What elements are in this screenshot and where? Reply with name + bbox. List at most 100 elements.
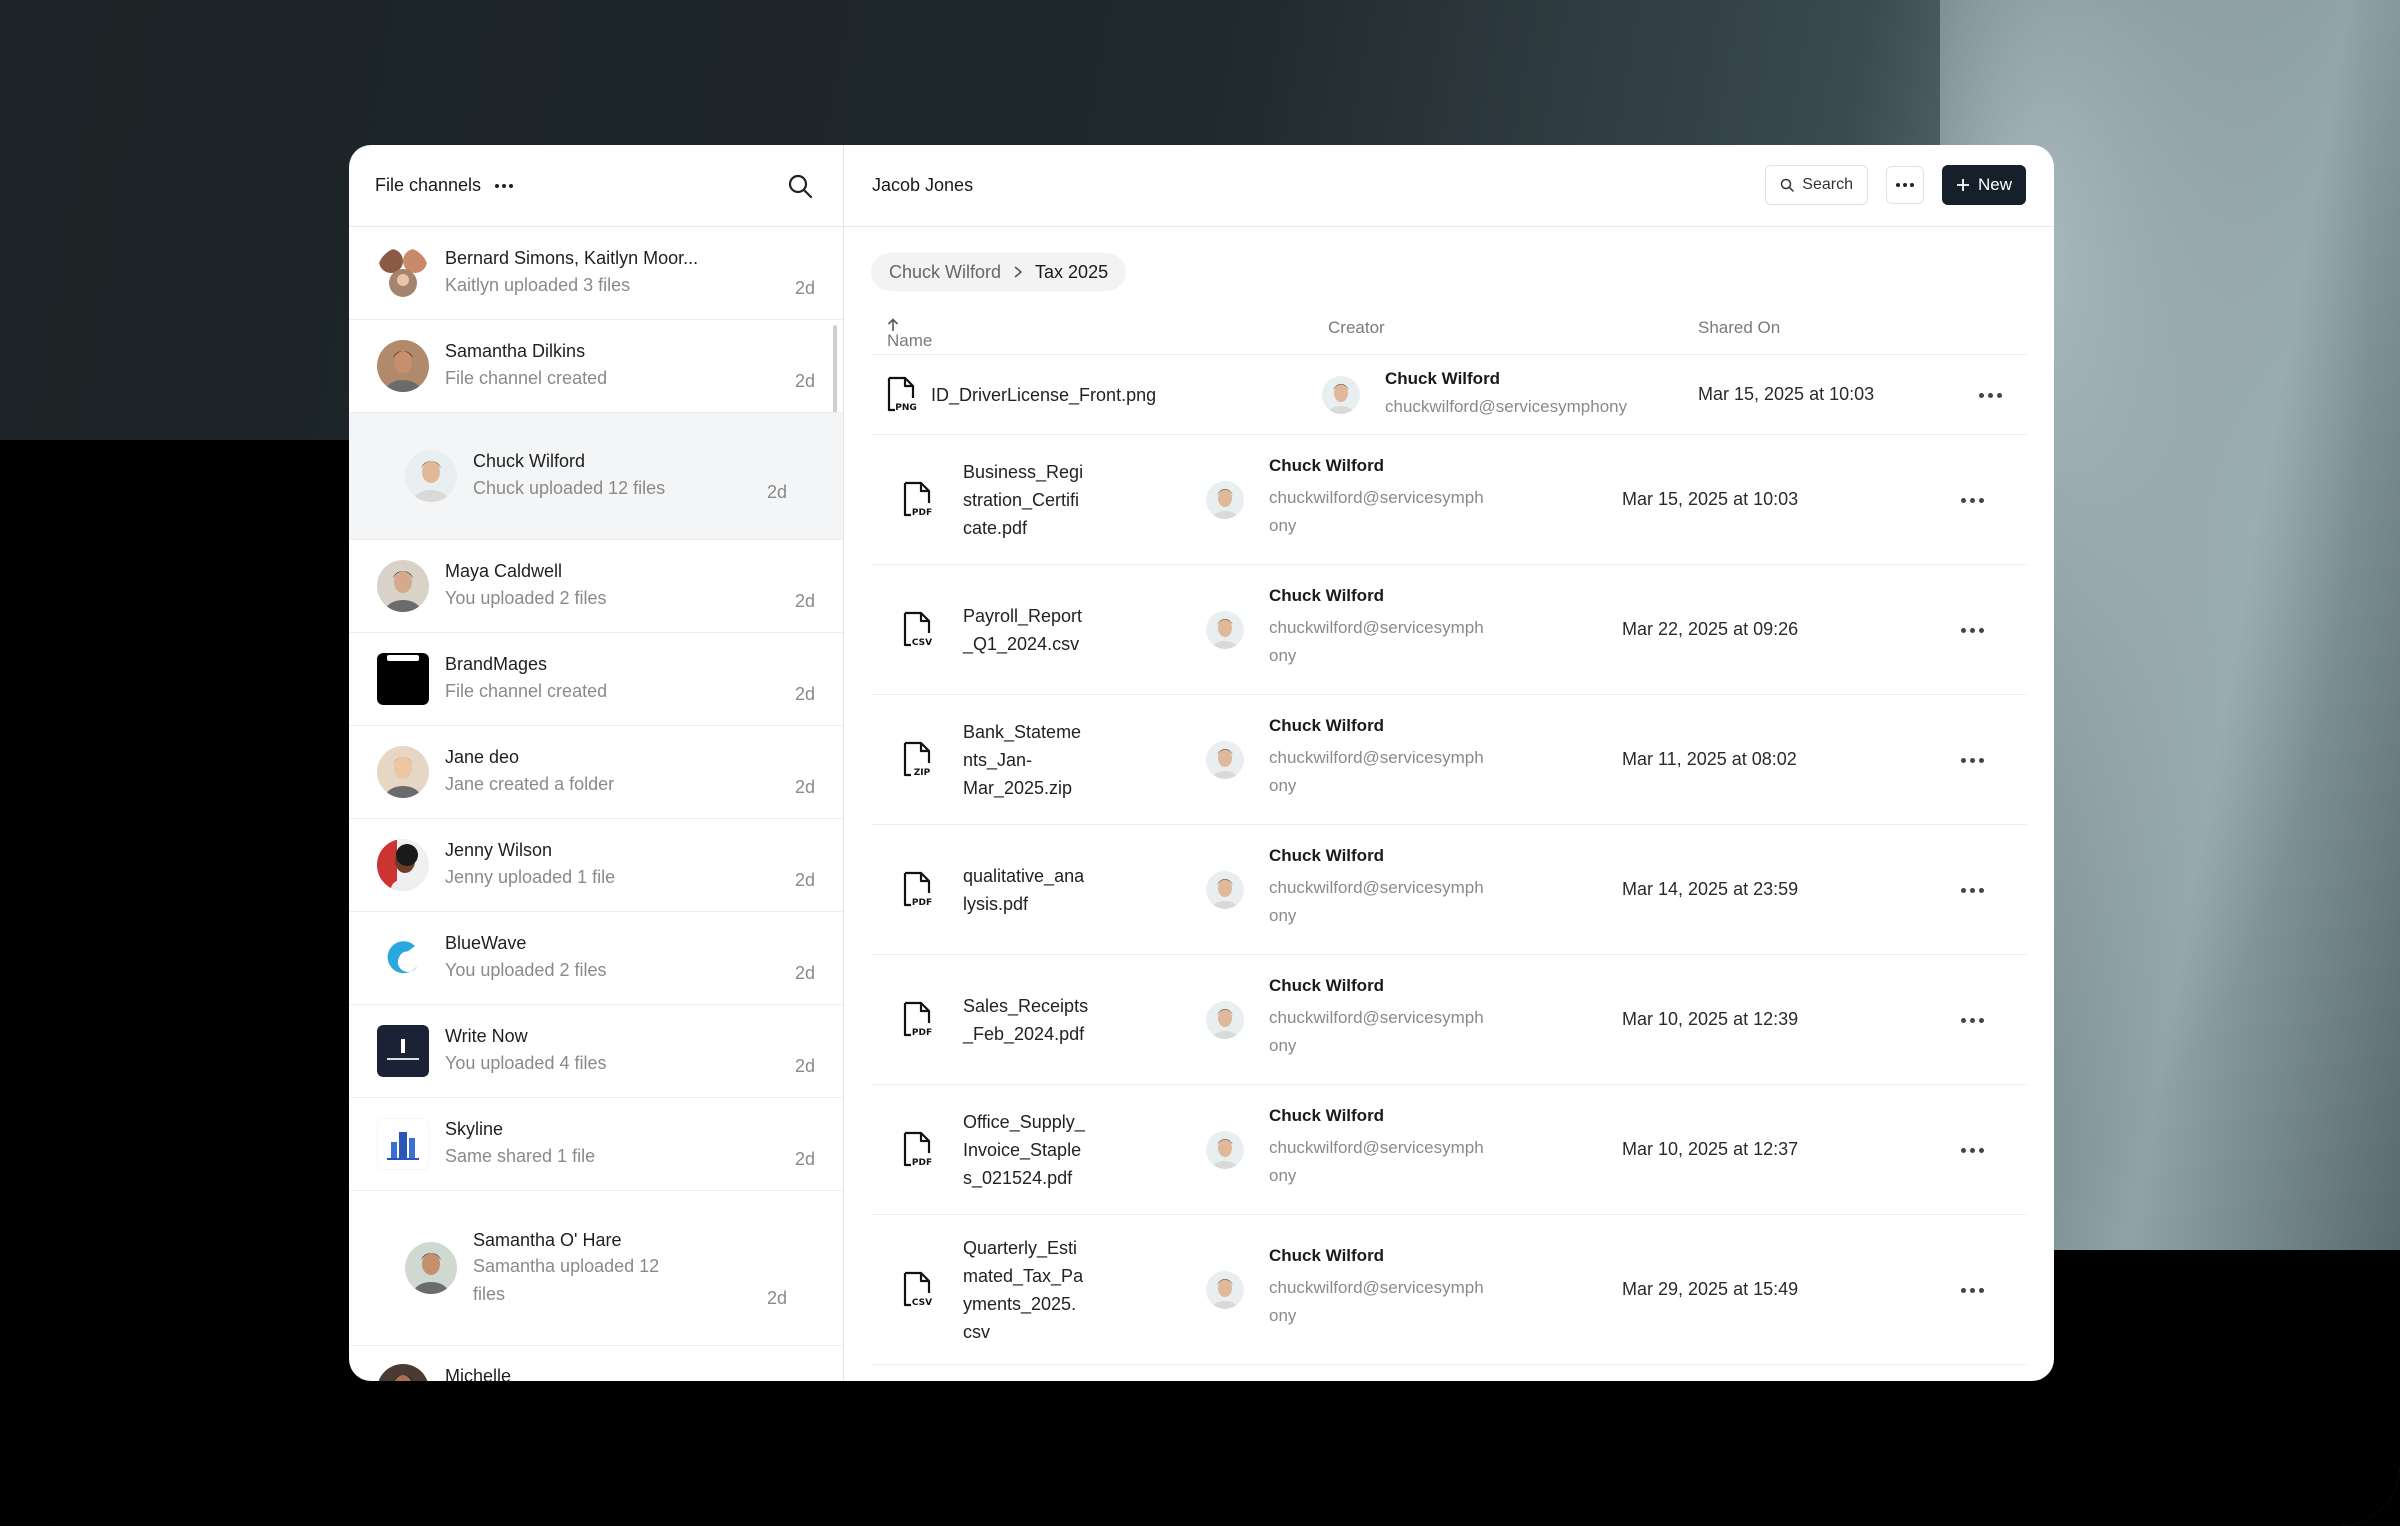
avatar: [377, 560, 429, 612]
creator-email: chuckwilford@servicesymphony: [1269, 1134, 1484, 1190]
sidebar-item[interactable]: Chuck Wilford Chuck uploaded 12 files 2d: [349, 413, 843, 540]
file-name[interactable]: Sales_Receipts _Feb_2024.pdf: [963, 992, 1088, 1048]
channel-list: Bernard Simons, Kaitlyn Moor... Kaitlyn u…: [349, 227, 843, 1381]
sidebar-item-label: Maya Caldwell: [445, 561, 563, 581]
breadcrumb-parent[interactable]: Chuck Wilford: [889, 262, 1001, 283]
column-creator[interactable]: Creator: [1328, 318, 1385, 338]
table-row[interactable]: PDF Business_Regi stration_Certifi cate.pd…: [871, 435, 2027, 565]
sidebar-item-text: Skyline Same shared 1 file: [445, 1117, 595, 1171]
row-more-icon[interactable]: [1979, 393, 2002, 398]
sidebar-item-label: BrandMages: [445, 654, 548, 674]
shared-date: Mar 29, 2025 at 15:49: [1622, 1279, 1799, 1299]
csv-file-icon: CSV: [901, 611, 935, 649]
table-row[interactable]: PDF Office_Supply_ Invoice_Staple s_021524…: [871, 1085, 2027, 1215]
file-name-line: csv: [963, 1322, 990, 1342]
chevron-right-icon: [1014, 266, 1023, 278]
file-name-line: cate.pdf: [963, 518, 1028, 538]
sidebar-item-text: Jane deo Jane created a folder: [445, 745, 614, 799]
sidebar-item[interactable]: Michelle: [349, 1346, 843, 1381]
file-name-line: s_021524.pdf: [963, 1168, 1073, 1188]
sidebar-more-icon[interactable]: [495, 183, 514, 188]
sidebar-item[interactable]: Samantha Dilkins File channel created 2d: [349, 320, 843, 413]
sidebar-item[interactable]: Jane deo Jane created a folder 2d: [349, 726, 843, 819]
shared-date: Mar 10, 2025 at 12:39: [1622, 1009, 1799, 1029]
search-button[interactable]: Search: [1765, 165, 1868, 205]
creator-name: Chuck Wilford: [1269, 976, 1385, 995]
sidebar-item-text: BlueWave You uploaded 2 files: [445, 931, 606, 985]
avatar: [377, 839, 429, 891]
creator-email-line: chuckwilford@servicesymph: [1269, 488, 1484, 507]
sidebar-item-text: Jenny Wilson Jenny uploaded 1 file: [445, 838, 615, 892]
sidebar-item-label: Samantha O' Hare: [473, 1230, 622, 1250]
file-name-line: nts_Jan-: [963, 750, 1033, 770]
row-more-icon[interactable]: [1961, 498, 1984, 503]
shared-date: Mar 22, 2025 at 09:26: [1622, 619, 1799, 639]
creator-avatar: [1322, 376, 1360, 414]
creator-email-line: chuckwilford@servicesymph: [1269, 878, 1484, 897]
new-button-label: New: [1977, 175, 2012, 194]
new-button[interactable]: New: [1941, 165, 2026, 205]
row-more-icon[interactable]: [1961, 1148, 1984, 1153]
creator-avatar: [1206, 611, 1244, 649]
column-name[interactable]: Name: [887, 318, 932, 350]
sidebar-item-subtitle: Samantha uploaded 12 files: [473, 1256, 660, 1304]
row-more-icon[interactable]: [1961, 628, 1984, 633]
file-name[interactable]: qualitative_ana lysis.pdf: [963, 862, 1084, 918]
sidebar-item[interactable]: Write Now You uploaded 4 files 2d: [349, 1005, 843, 1098]
avatar: [377, 746, 429, 798]
file-name[interactable]: Business_Regi stration_Certifi cate.pdf: [963, 458, 1083, 542]
sidebar-item[interactable]: Jenny Wilson Jenny uploaded 1 file 2d: [349, 819, 843, 912]
sidebar-item[interactable]: Bernard Simons, Kaitlyn Moor... Kaitlyn u…: [349, 227, 843, 320]
file-table: Name Creator Shared On PNG ID_DriverLice…: [871, 305, 2027, 1365]
creator-avatar: [1206, 741, 1244, 779]
avatar: [377, 340, 429, 392]
file-name-line: Invoice_Staple: [963, 1140, 1082, 1160]
avatar: [405, 1242, 457, 1294]
file-name[interactable]: Bank_Stateme nts_Jan- Mar_2025.zip: [963, 718, 1081, 802]
sidebar-item[interactable]: Samantha O' Hare Samantha uploaded 12 fil…: [349, 1191, 843, 1346]
sidebar: File channels Bernard Simons, Kaitlyn Mo…: [349, 145, 844, 1381]
file-name[interactable]: Quarterly_Esti mated_Tax_Pa yments_2025. cs…: [963, 1234, 1083, 1346]
file-name-line: lysis.pdf: [963, 894, 1029, 914]
table-row[interactable]: PNG ID_DriverLicense_Front.png Chuck Wil…: [871, 355, 2027, 435]
svg-text:CSV: CSV: [912, 1298, 932, 1308]
sidebar-item[interactable]: BrandMages File channel created 2d: [349, 633, 843, 726]
pdf-file-icon: PDF: [901, 481, 935, 519]
creator-avatar: [1206, 481, 1244, 519]
plus-icon: [1956, 179, 1969, 191]
table-row[interactable]: PDF Sales_Receipts _Feb_2024.pdf Chuck Wi…: [871, 955, 2027, 1085]
shared-date: Mar 15, 2025 at 10:03: [1622, 489, 1799, 509]
file-name[interactable]: Office_Supply_ Invoice_Staple s_021524.pdf: [963, 1108, 1085, 1192]
row-more-icon[interactable]: [1961, 1018, 1984, 1023]
creator-name: Chuck Wilford: [1269, 1246, 1385, 1265]
creator-email: chuckwilford@servicesymphony: [1385, 397, 1628, 416]
column-shared[interactable]: Shared On: [1698, 318, 1780, 338]
row-more-icon[interactable]: [1961, 758, 1984, 763]
shared-date: Mar 14, 2025 at 23:59: [1622, 879, 1799, 899]
search-icon[interactable]: [787, 173, 813, 199]
sidebar-item-subtitle: Jenny uploaded 1 file: [445, 867, 616, 887]
file-name-line: Quarterly_Esti: [963, 1238, 1078, 1258]
sidebar-item-subtitle: Jane created a folder: [445, 774, 615, 794]
sidebar-item[interactable]: Skyline Same shared 1 file 2d: [349, 1098, 843, 1191]
sidebar-item[interactable]: Maya Caldwell You uploaded 2 files 2d: [349, 540, 843, 633]
file-name[interactable]: ID_DriverLicense_Front.png: [931, 381, 1156, 409]
table-row[interactable]: CSV Payroll_Report _Q1_2024.csv Chuck Wil…: [871, 565, 2027, 695]
zip-file-icon: ZIP: [901, 741, 935, 779]
sidebar-item-time: 2d: [766, 1288, 787, 1308]
table-header: Name Creator Shared On: [871, 305, 2027, 355]
table-row[interactable]: ZIP Bank_Stateme nts_Jan- Mar_2025.zip Chu…: [871, 695, 2027, 825]
avatar: [405, 450, 457, 502]
png-file-icon: PNG: [885, 376, 919, 414]
sidebar-item[interactable]: BlueWave You uploaded 2 files 2d: [349, 912, 843, 1005]
row-more-icon[interactable]: [1961, 1288, 1984, 1293]
more-button[interactable]: [1885, 166, 1924, 204]
sidebar-header: File channels: [349, 145, 843, 227]
creator-avatar: [1206, 871, 1244, 909]
row-more-icon[interactable]: [1961, 888, 1984, 893]
svg-text:PDF: PDF: [912, 508, 932, 518]
app-window: File channels Bernard Simons, Kaitlyn Mo…: [349, 145, 2054, 1381]
file-name[interactable]: Payroll_Report _Q1_2024.csv: [963, 602, 1082, 658]
table-row[interactable]: PDF qualitative_ana lysis.pdf Chuck Wilfo…: [871, 825, 2027, 955]
table-row[interactable]: CSV Quarterly_Esti mated_Tax_Pa yments_202…: [871, 1215, 2027, 1365]
